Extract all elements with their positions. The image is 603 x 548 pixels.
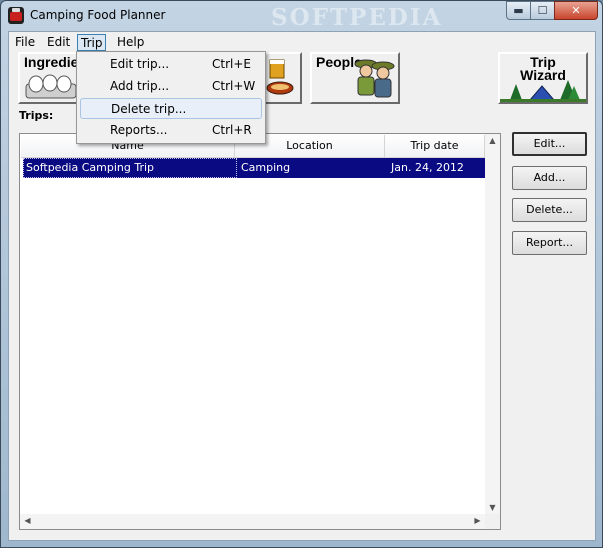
cell-trip-date: Jan. 24, 2012: [391, 161, 464, 174]
menu-help[interactable]: Help: [114, 34, 147, 51]
tent-trees-icon: [500, 80, 586, 102]
meals-button[interactable]: [264, 52, 302, 104]
scroll-right-icon[interactable]: ▶: [470, 516, 485, 525]
table-row[interactable]: Softpedia Camping Trip Camping Jan. 24, …: [23, 158, 486, 178]
scroll-down-icon[interactable]: ▼: [485, 503, 500, 512]
cell-name: Softpedia Camping Trip: [26, 161, 155, 174]
menu-edit[interactable]: Edit: [44, 34, 73, 51]
menu-item-shortcut: Ctrl+R: [212, 123, 252, 137]
trip-wizard-button[interactable]: Trip Wizard: [498, 52, 588, 104]
menu-item-add-trip[interactable]: Add trip... Ctrl+W: [80, 76, 262, 97]
menu-item-label: Delete trip...: [111, 102, 187, 116]
menu-trip[interactable]: Trip: [77, 34, 107, 51]
trips-label: Trips:: [19, 109, 54, 122]
maximize-button[interactable]: ☐: [530, 1, 555, 20]
menu-item-delete-trip[interactable]: Delete trip...: [80, 98, 262, 119]
cell-location: Camping: [241, 161, 291, 174]
people-icon: [354, 59, 395, 98]
window-title: Camping Food Planner: [30, 8, 166, 22]
people-button[interactable]: People: [310, 52, 400, 104]
menu-file[interactable]: File: [12, 34, 38, 51]
horizontal-scrollbar[interactable]: ◀ ▶: [20, 514, 485, 529]
menu-item-reports[interactable]: Reports... Ctrl+R: [80, 120, 262, 141]
add-button[interactable]: Add...: [512, 166, 587, 190]
food-icon: [266, 59, 294, 95]
minimize-button[interactable]: ▬: [506, 1, 531, 20]
ingredients-button[interactable]: Ingredie: [18, 52, 84, 104]
menu-bar: File Edit Trip Help: [9, 32, 595, 52]
report-button[interactable]: Report...: [512, 231, 587, 255]
app-window: Camping Food Planner SOFTPEDIA ▬ ☐ ✕ Fil…: [0, 0, 603, 548]
close-button[interactable]: ✕: [554, 1, 598, 20]
eggs-icon: [25, 74, 77, 99]
menu-item-label: Edit trip...: [110, 57, 170, 71]
watermark: SOFTPEDIA: [271, 4, 443, 31]
delete-button[interactable]: Delete...: [512, 198, 587, 222]
menu-item-edit-trip[interactable]: Edit trip... Ctrl+E: [80, 54, 262, 75]
menu-item-label: Reports...: [110, 123, 168, 137]
scrollbar-corner: [485, 514, 500, 529]
scroll-left-icon[interactable]: ◀: [20, 516, 35, 525]
trips-list[interactable]: Name Location Trip date Softpedia Campin…: [19, 133, 501, 530]
menu-item-label: Add trip...: [110, 79, 170, 93]
menu-item-shortcut: Ctrl+W: [212, 79, 256, 93]
column-header-trip-date[interactable]: Trip date: [385, 135, 485, 158]
trip-menu-dropdown: Edit trip... Ctrl+E Add trip... Ctrl+W D…: [76, 51, 266, 144]
vertical-scrollbar[interactable]: ▲ ▼: [485, 134, 500, 514]
ingredients-label: Ingredie: [24, 54, 79, 70]
menu-item-shortcut: Ctrl+E: [212, 57, 251, 71]
app-icon: [8, 7, 24, 24]
edit-button[interactable]: Edit...: [512, 132, 587, 156]
title-bar[interactable]: Camping Food Planner SOFTPEDIA ▬ ☐ ✕: [1, 1, 602, 31]
scroll-up-icon[interactable]: ▲: [485, 136, 500, 145]
